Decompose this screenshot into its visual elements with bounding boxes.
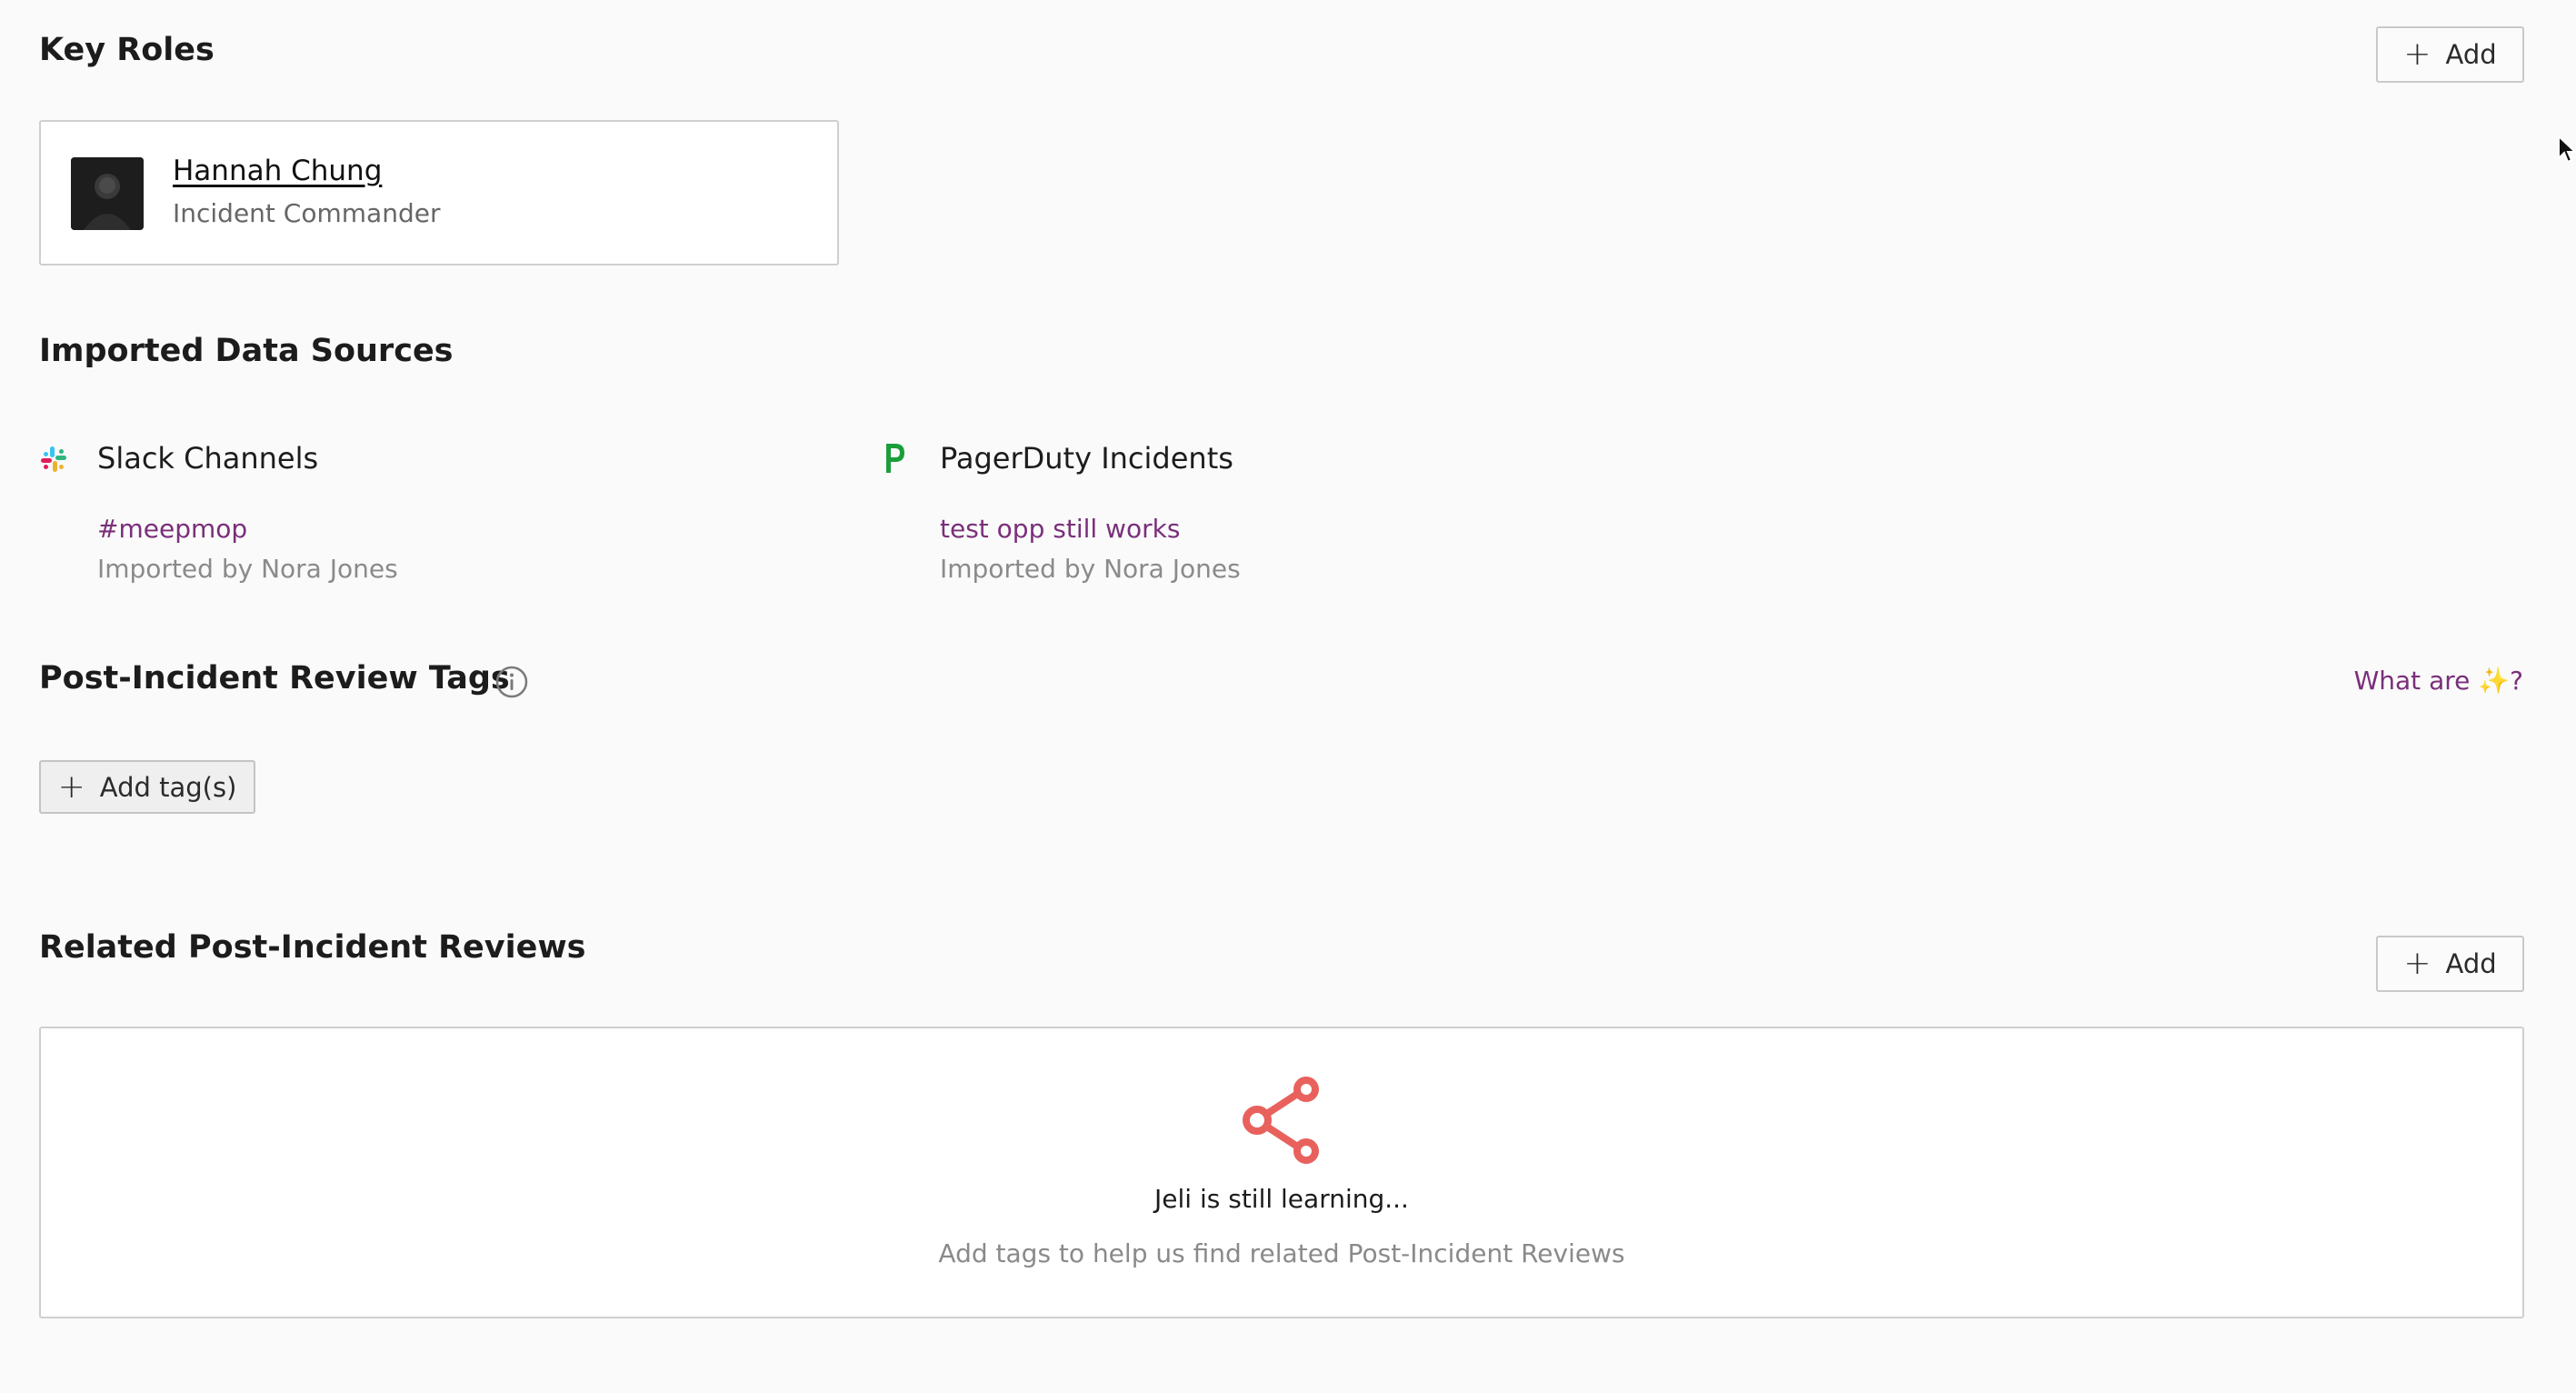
empty-state-title: Jeli is still learning... [1154, 1184, 1409, 1214]
what-are-link[interactable]: What are ✨? [2354, 666, 2523, 696]
info-icon[interactable] [495, 666, 528, 698]
plus-icon: + [57, 767, 85, 806]
what-are-text: What are [2353, 666, 2471, 696]
add-key-role-button[interactable]: + Add [2376, 26, 2524, 83]
key-roles-title: Key Roles [39, 32, 215, 68]
add-tags-label: Add tag(s) [99, 771, 237, 803]
pagerduty-incident-link[interactable]: test opp still works [940, 514, 1180, 544]
key-role-card: Hannah Chung Incident Commander [39, 120, 839, 266]
review-tags-title: Post-Incident Review Tags [39, 660, 510, 696]
sparkle-icon: ✨ [2478, 666, 2511, 696]
related-reviews-title: Related Post-Incident Reviews [39, 929, 586, 966]
slack-icon [41, 446, 66, 472]
slack-imported-by: Imported by Nora Jones [97, 554, 398, 584]
add-key-role-label: Add [2445, 39, 2497, 70]
slack-channels-title: Slack Channels [97, 441, 319, 476]
person-name-link[interactable]: Hannah Chung [173, 155, 382, 187]
what-are-question: ? [2510, 666, 2523, 696]
add-tags-button[interactable]: + Add tag(s) [39, 760, 255, 814]
plus-icon: + [2403, 35, 2431, 73]
add-related-review-button[interactable]: + Add [2376, 936, 2524, 992]
plus-icon: + [2403, 945, 2431, 982]
person-role: Incident Commander [173, 198, 441, 228]
slack-channel-link[interactable]: #meepmop [97, 514, 247, 544]
share-network-icon [1243, 1077, 1319, 1164]
pagerduty-icon [886, 444, 904, 473]
imported-data-sources-title: Imported Data Sources [39, 333, 454, 369]
empty-state-subtitle: Add tags to help us find related Post-In… [938, 1238, 1625, 1268]
related-reviews-empty-state: Jeli is still learning... Add tags to he… [39, 1027, 2524, 1318]
pagerduty-incidents-title: PagerDuty Incidents [940, 441, 1233, 476]
pagerduty-imported-by: Imported by Nora Jones [940, 554, 1241, 584]
mouse-cursor-icon [2558, 135, 2576, 164]
avatar [71, 157, 144, 230]
add-related-review-label: Add [2445, 948, 2497, 979]
